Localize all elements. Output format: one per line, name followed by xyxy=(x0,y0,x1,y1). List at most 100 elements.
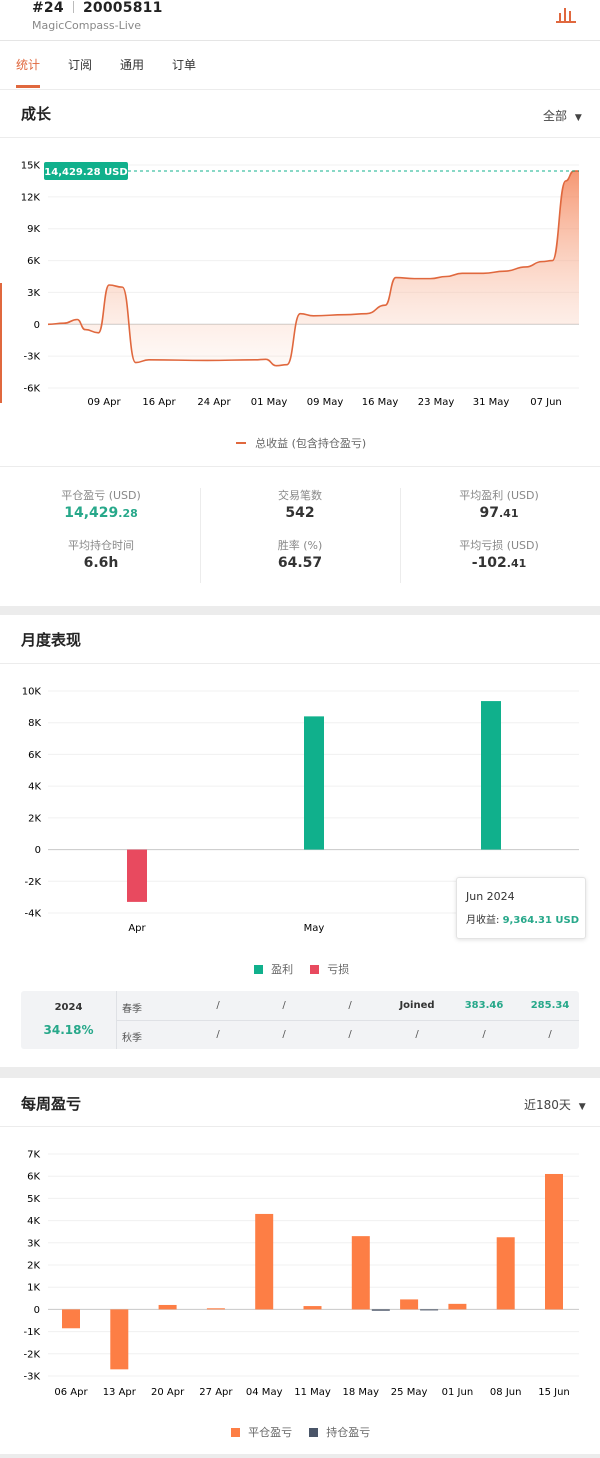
legend-line-icon xyxy=(236,442,246,444)
x-tick-label: 16 May xyxy=(362,397,399,408)
legend-profit-label: 盈利 xyxy=(271,963,294,976)
growth-filter-label: 全部 xyxy=(543,109,568,123)
x-tick-label: 07 Jun xyxy=(530,397,562,408)
season-row1-label: 春季 xyxy=(122,1004,142,1015)
season-row1-cell: 383.46 xyxy=(464,1000,504,1011)
y-tick-label: 1K xyxy=(27,1283,40,1294)
tab-orders[interactable]: 订单 xyxy=(172,56,196,73)
x-tick-label: 18 May xyxy=(343,1387,380,1398)
weekly-title: 每周盈亏 xyxy=(21,1095,82,1113)
closed-pnl-int: 14,429 xyxy=(64,505,119,521)
closed-pnl-value: 14,429.28 xyxy=(11,505,191,521)
season-row1-cell: 285.34 xyxy=(530,1000,570,1011)
x-tick-label: 15 Jun xyxy=(538,1387,570,1398)
x-tick-label: 31 May xyxy=(473,397,510,408)
season-row2-label: 秋季 xyxy=(122,1033,142,1044)
weekly-filter-label: 近180天 xyxy=(524,1098,571,1112)
y-tick-label: 9K xyxy=(27,224,40,235)
year-cell: 2024 34.18% xyxy=(21,991,116,1049)
legend-loss-swatch xyxy=(310,965,320,974)
legend-closed-swatch xyxy=(231,1428,240,1437)
weekly-filter-dropdown[interactable]: 近180天 ▼ xyxy=(524,1096,586,1113)
table-divider xyxy=(117,1020,579,1021)
weekly-closed-bar xyxy=(110,1309,129,1370)
divider xyxy=(0,466,600,467)
x-tick-label: 13 Apr xyxy=(103,1387,137,1398)
weekly-closed-bar xyxy=(303,1306,322,1310)
tab-subscribe[interactable]: 订阅 xyxy=(68,56,92,73)
monthly-legend: 盈利 亏损 xyxy=(254,958,349,977)
y-tick-label: 12K xyxy=(21,192,41,203)
weekly-chart: 7K 6K 5K 4K 3K 2K 1K 0 -1K -2K -3K 06 Apr 13 Apr 20 A… xyxy=(23,1150,579,1398)
y-tick-label: 0 xyxy=(34,1305,40,1316)
y-tick-label: 8K xyxy=(28,718,41,729)
y-tick-label: 15K xyxy=(21,161,41,172)
y-tick-label: 3K xyxy=(27,1238,40,1249)
growth-legend: 总收益 (包含持仓盈亏) xyxy=(236,432,366,451)
y-tick-label: 4K xyxy=(28,782,41,793)
x-tick-label: 01 Jun xyxy=(442,1387,474,1398)
weekly-closed-bar xyxy=(496,1237,515,1310)
x-tick-label: 06 Apr xyxy=(54,1387,88,1398)
y-tick-label: 0 xyxy=(35,845,41,856)
x-tick-label: 08 Jun xyxy=(490,1387,522,1398)
y-tick-label: 0 xyxy=(34,320,40,331)
avg-profit-value: 97.41 xyxy=(409,505,589,521)
avg-profit-int: 97 xyxy=(479,505,499,521)
divider xyxy=(0,137,600,138)
avg-hold-label: 平均持仓时间 xyxy=(68,539,134,552)
avg-hold-value: 6.6h xyxy=(83,555,119,571)
x-tick-label: 20 Apr xyxy=(151,1387,185,1398)
win-rate-value: 64.57 xyxy=(277,555,323,571)
growth-title: 成长 xyxy=(21,105,52,123)
y-tick-label: -2K xyxy=(24,877,41,888)
season-row2-cell: / xyxy=(282,1029,286,1040)
tooltip-label: 月收益: xyxy=(466,915,500,926)
tooltip-value: 9,364.31 USD xyxy=(502,915,580,926)
growth-chart: 15K 12K 9K 6K 3K 0 -3K -6K 09 Apr 16 Apr 24 Apr 01 … xyxy=(21,161,579,408)
tab-general[interactable]: 通用 xyxy=(120,56,144,73)
x-tick-label: 09 May xyxy=(307,397,344,408)
closed-pnl-dec: .28 xyxy=(118,507,138,520)
tab-stats[interactable]: 统计 xyxy=(16,56,40,73)
divider xyxy=(0,663,600,664)
legend-open-label: 持仓盈亏 xyxy=(326,1426,371,1439)
weekly-closed-bar xyxy=(351,1236,370,1310)
bar-chart-icon[interactable] xyxy=(555,4,577,24)
weekly-legend: 平仓盈亏 持仓盈亏 xyxy=(231,1421,370,1440)
growth-area xyxy=(48,171,579,366)
season-row1-cell: / xyxy=(282,1000,286,1011)
avg-profit-label: 平均盈利 (USD) xyxy=(459,489,539,502)
season-table: 2024 34.18% 春季 秋季 / / / Joined 383.46 285.34 … xyxy=(21,991,579,1049)
trades-value: 542 xyxy=(285,505,315,521)
growth-line xyxy=(47,170,579,367)
y-tick-label: 2K xyxy=(28,813,41,824)
avg-loss-label: 平均亏损 (USD) xyxy=(459,539,539,552)
season-row2-cell: / xyxy=(415,1029,419,1040)
weekly-section: 每周盈亏 近180天 ▼ 7K 6K 5K 4K 3K 2K 1K 0 -1K -2K -3K 06 … xyxy=(0,1078,600,1454)
weekly-open-bar xyxy=(371,1309,390,1311)
x-tick-label: 24 Apr xyxy=(197,397,231,408)
season-row1-cell: / xyxy=(216,1000,220,1011)
y-tick-label: -4K xyxy=(24,909,41,920)
weekly-closed-bar xyxy=(62,1309,80,1329)
x-tick-label: May xyxy=(304,923,325,934)
weekly-open-bar xyxy=(420,1309,439,1311)
y-tick-label: 6K xyxy=(28,750,41,761)
weekly-closed-bar xyxy=(255,1213,274,1310)
x-tick-label: 04 May xyxy=(246,1387,283,1398)
divider xyxy=(0,1126,600,1127)
y-tick-label: -6K xyxy=(23,384,40,395)
y-tick-label: 5K xyxy=(27,1194,40,1205)
y-tick-label: -1K xyxy=(23,1327,40,1338)
avg-profit-dec: .41 xyxy=(498,507,519,520)
stat-divider xyxy=(200,488,201,583)
account-title: #24 20005811 xyxy=(32,0,163,16)
tooltip-title: Jun 2024 xyxy=(466,890,515,903)
avg-loss-value: -102.41 xyxy=(409,555,589,571)
tab-bar: 统计 订阅 通用 订单 xyxy=(0,41,600,90)
y-tick-label: 3K xyxy=(27,288,40,299)
growth-filter-dropdown[interactable]: 全部 ▼ xyxy=(543,107,582,124)
monthly-bar xyxy=(304,716,324,850)
legend-closed-label: 平仓盈亏 xyxy=(248,1426,293,1439)
